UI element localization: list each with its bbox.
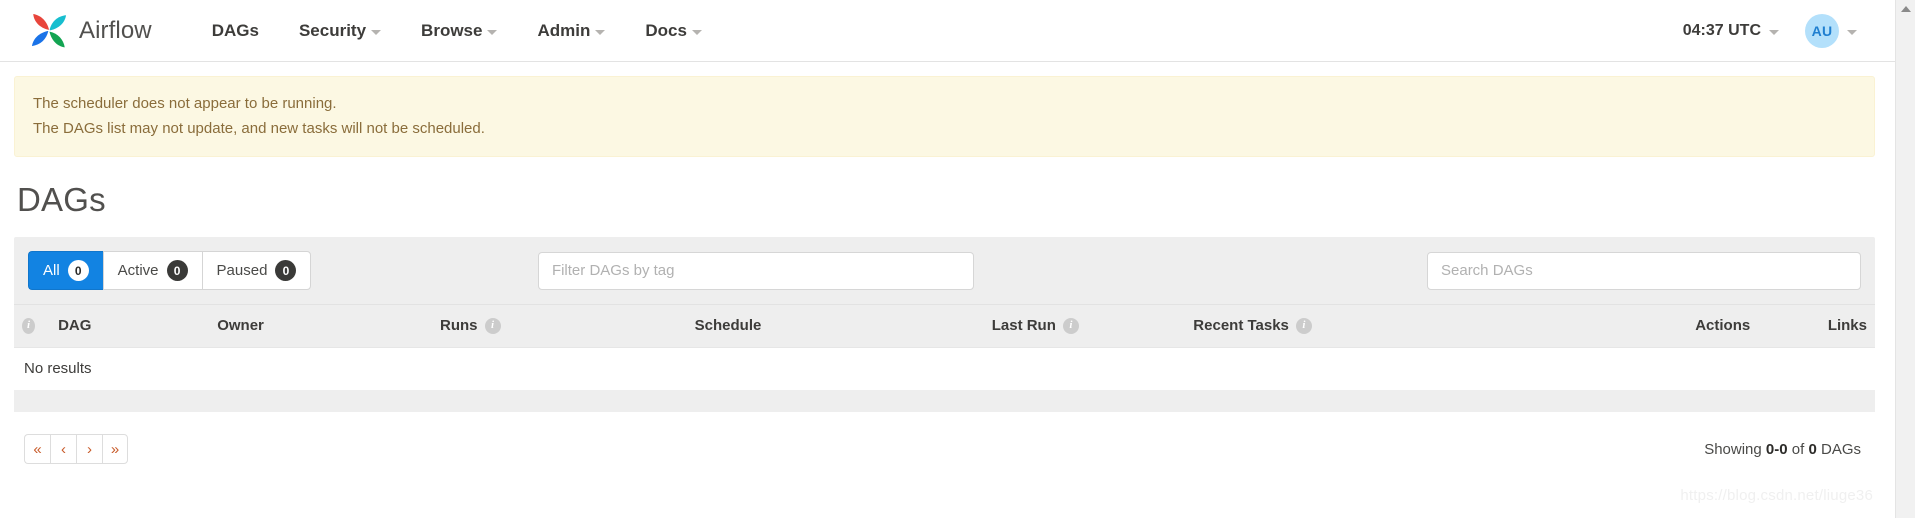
chevron-down-icon bbox=[595, 29, 606, 35]
chevron-down-icon bbox=[1769, 29, 1779, 35]
info-icon[interactable]: i bbox=[1062, 317, 1079, 334]
nav-item-dags[interactable]: DAGs bbox=[192, 11, 279, 51]
vertical-scrollbar[interactable] bbox=[1895, 0, 1915, 518]
column-header-recent-tasks-label: Recent Tasks bbox=[1193, 317, 1289, 334]
last-page-button[interactable]: » bbox=[102, 434, 128, 464]
filter-tab-all[interactable]: All 0 bbox=[28, 251, 103, 290]
user-menu[interactable]: AU bbox=[1805, 13, 1857, 48]
empty-state-message: No results bbox=[14, 347, 1875, 390]
brand-label: Airflow bbox=[79, 16, 152, 44]
showing-range: 0-0 bbox=[1765, 440, 1788, 458]
chevron-down-icon bbox=[1847, 29, 1857, 35]
dags-table-header-row: i DAG Owner Runs i Schedule Last Run i R… bbox=[14, 304, 1875, 348]
nav-item-admin-label: Admin bbox=[537, 20, 591, 40]
dags-table-head: i DAG Owner Runs i Schedule Last Run i R… bbox=[14, 304, 1875, 348]
scheduler-warning-banner: The scheduler does not appear to be runn… bbox=[14, 76, 1875, 157]
column-header-schedule-label: Schedule bbox=[694, 317, 762, 334]
nav-item-dags-label: DAGs bbox=[211, 20, 259, 40]
column-header-runs-label: Runs bbox=[440, 317, 478, 334]
column-header-dag-label: DAG bbox=[58, 317, 92, 334]
app-root: Airflow DAGs Security Browse Admin Docs … bbox=[0, 0, 1915, 518]
clock-label: 04:37 UTC bbox=[1682, 21, 1761, 39]
brand-home-link[interactable]: Airflow bbox=[28, 10, 152, 52]
column-header-schedule[interactable]: Schedule bbox=[686, 304, 984, 348]
column-header-owner-label: Owner bbox=[217, 317, 264, 334]
watermark: https://blog.csdn.net/liuge36 bbox=[1680, 487, 1873, 504]
chevron-down-icon bbox=[371, 29, 382, 35]
scheduler-warning-line-1: The scheduler does not appear to be runn… bbox=[33, 95, 337, 112]
showing-count-label: Showing 0-0 of 0 DAGs bbox=[1704, 441, 1871, 458]
info-icon[interactable]: i bbox=[22, 317, 36, 334]
filter-tab-paused-count: 0 bbox=[275, 260, 297, 281]
filter-tab-active-count: 0 bbox=[166, 260, 188, 281]
top-navbar: Airflow DAGs Security Browse Admin Docs … bbox=[0, 0, 1895, 62]
column-header-links-label: Links bbox=[1827, 317, 1867, 334]
status-filter-group: All 0 Active 0 Paused 0 bbox=[28, 251, 312, 290]
column-header-last-run-label: Last Run bbox=[991, 317, 1056, 334]
nav-item-browse[interactable]: Browse bbox=[401, 11, 517, 51]
pagination: « ‹ › » bbox=[24, 434, 128, 464]
search-dags-wrap bbox=[1427, 251, 1861, 290]
nav-item-browse-label: Browse bbox=[421, 20, 483, 40]
showing-total: 0 bbox=[1808, 440, 1817, 458]
showing-prefix: Showing bbox=[1704, 440, 1766, 458]
search-dags-input[interactable] bbox=[1427, 251, 1861, 290]
previous-page-button[interactable]: ‹ bbox=[50, 434, 76, 464]
tag-filter-input[interactable] bbox=[537, 251, 974, 290]
table-footer-strip bbox=[14, 390, 1875, 412]
dags-table: i DAG Owner Runs i Schedule Last Run i R… bbox=[14, 304, 1875, 390]
nav-links: DAGs Security Browse Admin Docs bbox=[192, 11, 722, 51]
airflow-pinwheel-logo-icon bbox=[28, 10, 70, 52]
timezone-selector[interactable]: 04:37 UTC bbox=[1683, 22, 1779, 40]
filter-tab-paused[interactable]: Paused 0 bbox=[201, 251, 312, 290]
chevron-down-icon bbox=[487, 29, 498, 35]
page-viewport: Airflow DAGs Security Browse Admin Docs … bbox=[0, 0, 1895, 518]
column-header-links: Links bbox=[1758, 304, 1875, 348]
nav-item-admin[interactable]: Admin bbox=[517, 11, 625, 51]
first-page-button[interactable]: « bbox=[24, 434, 50, 464]
info-icon[interactable]: i bbox=[1295, 317, 1312, 334]
column-header-owner[interactable]: Owner bbox=[209, 304, 432, 348]
filter-tab-active-label: Active bbox=[117, 262, 159, 279]
column-header-recent-tasks[interactable]: Recent Tasks i bbox=[1185, 304, 1631, 348]
next-page-button[interactable]: › bbox=[76, 434, 102, 464]
column-header-runs[interactable]: Runs i bbox=[432, 304, 687, 348]
filter-tab-active[interactable]: Active 0 bbox=[102, 251, 202, 290]
nav-item-security-label: Security bbox=[298, 20, 367, 40]
nav-item-docs-label: Docs bbox=[645, 20, 687, 40]
nav-item-docs[interactable]: Docs bbox=[625, 11, 722, 51]
navbar-right-group: 04:37 UTC AU bbox=[1683, 13, 1873, 48]
column-header-pause-toggle[interactable]: i bbox=[14, 304, 51, 348]
pagination-row: « ‹ › » Showing 0-0 of 0 DAGs bbox=[14, 434, 1875, 464]
tag-filter-wrap bbox=[537, 251, 974, 290]
dags-table-body: No results bbox=[14, 347, 1875, 390]
filter-tab-paused-label: Paused bbox=[216, 262, 268, 279]
column-header-actions-label: Actions bbox=[1695, 317, 1751, 334]
filter-tab-all-count: 0 bbox=[67, 260, 89, 281]
nav-item-security[interactable]: Security bbox=[279, 11, 401, 51]
info-icon[interactable]: i bbox=[484, 317, 501, 334]
scheduler-warning-line-2: The DAGs list may not update, and new ta… bbox=[33, 120, 485, 137]
column-header-dag[interactable]: DAG bbox=[50, 304, 210, 348]
avatar: AU bbox=[1805, 13, 1839, 48]
column-header-last-run[interactable]: Last Run i bbox=[983, 304, 1186, 348]
showing-suffix: DAGs bbox=[1816, 440, 1861, 458]
scroll-up-arrow-icon[interactable] bbox=[1901, 6, 1911, 12]
main-container: DAGs All 0 Active 0 Paused 0 Filter DAGs… bbox=[0, 181, 1895, 464]
showing-middle: of bbox=[1787, 440, 1809, 458]
filter-tab-all-label: All bbox=[43, 262, 60, 279]
chevron-down-icon bbox=[691, 29, 702, 35]
dag-filter-bar: All 0 Active 0 Paused 0 bbox=[14, 237, 1875, 304]
table-row-empty: No results bbox=[14, 347, 1875, 390]
page-title: DAGs bbox=[17, 181, 106, 218]
column-header-actions: Actions bbox=[1630, 304, 1759, 348]
